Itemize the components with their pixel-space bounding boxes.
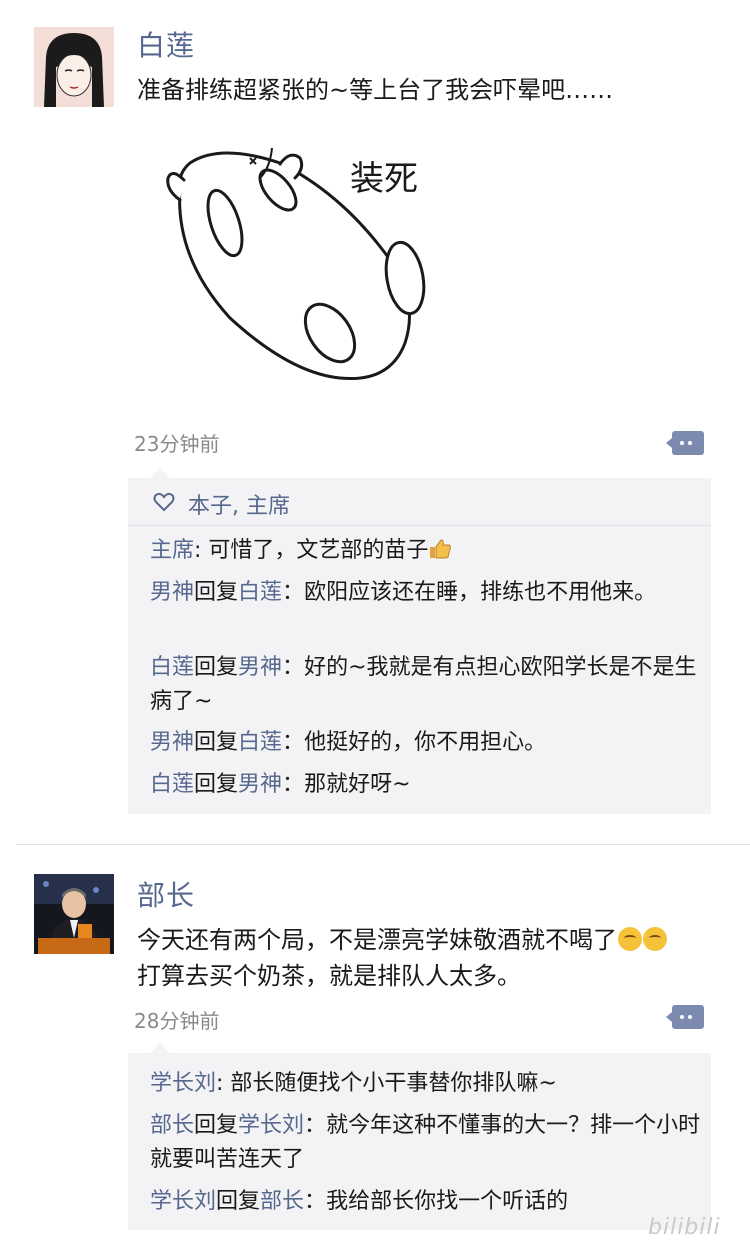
comment-item[interactable]: 男神回复白莲：他挺好的，你不用担心。 xyxy=(150,726,702,760)
post-text: 今天还有两个局，不是漂亮学妹敬酒就不喝了 打算去买个奶茶，就是排队人太多。 xyxy=(137,922,707,994)
comment-text: 部长随便找个小干事替你排队嘛~ xyxy=(230,1071,557,1096)
comment-action-button[interactable] xyxy=(666,431,704,455)
comment-item[interactable]: 学长刘: 部长随便找个小干事替你排队嘛~ xyxy=(150,1067,702,1101)
comment-item[interactable]: 学长刘回复部长：我给部长你找一个听话的 xyxy=(150,1185,702,1219)
reply-target-name[interactable]: 部长 xyxy=(260,1189,304,1214)
avatar[interactable] xyxy=(34,27,114,107)
reply-word: 回复 xyxy=(194,772,239,797)
avatar[interactable] xyxy=(34,874,114,954)
reply-target-name[interactable]: 白莲 xyxy=(238,730,282,755)
comment-text: 他挺好的，你不用担心。 xyxy=(304,730,547,755)
man-avatar-icon xyxy=(34,874,114,954)
commenter-name[interactable]: 部长 xyxy=(150,1113,194,1138)
timestamp: 23分钟前 xyxy=(134,432,220,456)
username[interactable]: 白莲 xyxy=(137,24,195,64)
comment-action-button[interactable] xyxy=(666,1005,704,1029)
comment-text: 我给部长你找一个听话的 xyxy=(326,1189,569,1214)
heart-icon xyxy=(153,492,175,512)
commenter-name[interactable]: 白莲 xyxy=(150,772,194,797)
comment-item[interactable]: 男神回复白莲：欧阳应该还在睡，排练也不用他来。 xyxy=(150,576,702,610)
reply-target-name[interactable]: 学长刘 xyxy=(238,1113,304,1138)
commenter-name[interactable]: 主席 xyxy=(150,538,194,563)
hamster-sticker-icon: 装死 xyxy=(166,147,426,381)
reply-word: 回复 xyxy=(216,1189,261,1214)
sticker-caption: 装死 xyxy=(350,159,418,199)
post-text: 准备排练超紧张的~等上台了我会吓晕吧…… xyxy=(137,76,614,104)
comment-text: 可惜了，文艺部的苗子 xyxy=(208,538,429,563)
timestamp: 28分钟前 xyxy=(134,1009,220,1033)
moment-post: 白莲 准备排练超紧张的~等上台了我会吓晕吧…… 装死 23分钟前 本子, 主席 xyxy=(0,0,750,845)
more-dots-icon xyxy=(680,441,684,445)
post-text-line: 打算去买个奶茶，就是排队人太多。 xyxy=(137,962,521,990)
reply-target-name[interactable]: 男神 xyxy=(238,655,282,680)
comments-panel: 本子, 主席 主席: 可惜了，文艺部的苗子 男神回复白莲：欧阳应该还在睡，排练也… xyxy=(128,468,711,814)
thumbs-up-icon xyxy=(430,539,452,559)
comment-item[interactable]: 部长回复学长刘：就今年这种不懂事的大一？排一个小时就要叫苦连天了 xyxy=(150,1109,702,1177)
reply-word: 回复 xyxy=(194,730,239,755)
comment-text: 那就好呀~ xyxy=(304,772,411,797)
post-text-line: 今天还有两个局，不是漂亮学妹敬酒就不喝了 xyxy=(137,926,617,954)
likes-list[interactable]: 本子, 主席 xyxy=(188,488,290,520)
likes-row: 本子, 主席 xyxy=(128,478,711,526)
commenter-name[interactable]: 学长刘 xyxy=(150,1189,216,1214)
post-divider xyxy=(16,844,750,845)
bilibili-watermark: bilibili xyxy=(648,1215,721,1240)
girl-avatar-icon xyxy=(34,27,114,107)
reply-word: 回复 xyxy=(194,580,239,605)
username[interactable]: 部长 xyxy=(137,874,195,914)
commenter-name[interactable]: 男神 xyxy=(150,730,194,755)
commenter-name[interactable]: 男神 xyxy=(150,580,194,605)
thinking-emoji-icon xyxy=(618,927,642,951)
playing-dead-sticker[interactable]: 装死 xyxy=(150,128,440,398)
reply-target-name[interactable]: 男神 xyxy=(238,772,282,797)
comment-item[interactable]: 主席: 可惜了，文艺部的苗子 xyxy=(150,534,702,568)
comment-text: 欧阳应该还在睡，排练也不用他来。 xyxy=(304,580,657,605)
moment-post: 部长 今天还有两个局，不是漂亮学妹敬酒就不喝了 打算去买个奶茶，就是排队人太多。… xyxy=(0,846,750,1258)
comment-item[interactable]: 白莲回复男神：那就好呀~ xyxy=(150,768,702,802)
reply-word: 回复 xyxy=(194,655,239,680)
reply-target-name[interactable]: 白莲 xyxy=(238,580,282,605)
reply-word: 回复 xyxy=(194,1113,239,1138)
comment-item[interactable]: 白莲回复男神：好的~我就是有点担心欧阳学长是不是生病了~ xyxy=(150,651,702,719)
commenter-name[interactable]: 白莲 xyxy=(150,655,194,680)
more-dots-icon xyxy=(680,1015,684,1019)
comments-panel: 学长刘: 部长随便找个小干事替你排队嘛~ 部长回复学长刘：就今年这种不懂事的大一… xyxy=(128,1043,711,1230)
commenter-name[interactable]: 学长刘 xyxy=(150,1071,216,1096)
thinking-emoji-icon xyxy=(643,927,667,951)
